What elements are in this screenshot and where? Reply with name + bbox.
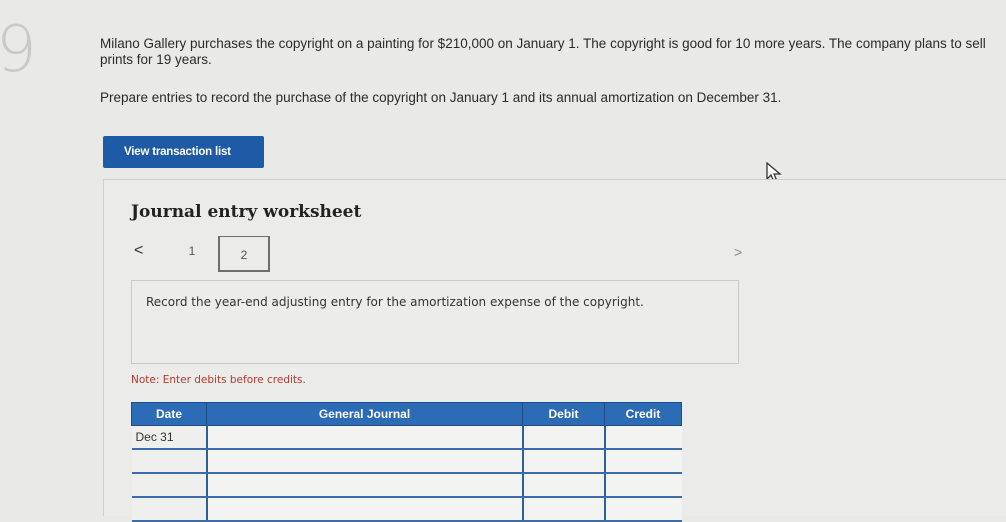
debit-input[interactable] [521, 473, 605, 498]
view-transaction-list-button[interactable]: View transaction list [103, 136, 264, 168]
credit-input[interactable] [603, 497, 682, 522]
header-credit: Credit [604, 402, 682, 426]
credit-input[interactable] [603, 473, 682, 498]
table-row [131, 473, 682, 498]
prev-page-button[interactable]: < [134, 242, 150, 260]
page-tab-2-active[interactable]: 2 [218, 236, 270, 272]
debit-input[interactable] [521, 497, 605, 522]
credit-input[interactable] [603, 449, 682, 474]
question-prompt: Prepare entries to record the purchase o… [100, 90, 782, 105]
question-intro: Milano Gallery purchases the copyright o… [100, 36, 986, 67]
account-input[interactable] [205, 425, 523, 450]
journal-table: Date General Journal Debit Credit Dec 31 [131, 402, 682, 522]
debit-input[interactable] [521, 425, 605, 450]
account-input[interactable] [205, 449, 523, 474]
account-input[interactable] [205, 497, 523, 522]
note-text: Note: Enter debits before credits. [131, 374, 306, 386]
question-number: 9 [0, 13, 37, 87]
date-cell: Dec 31 [131, 425, 207, 450]
date-cell [131, 473, 207, 498]
date-cell [131, 449, 207, 474]
table-row [131, 449, 682, 474]
header-general-journal: General Journal [206, 402, 523, 426]
instruction-text: Record the year-end adjusting entry for … [146, 295, 644, 309]
account-input[interactable] [205, 473, 523, 498]
instruction-box [131, 280, 739, 364]
header-date: Date [131, 402, 207, 426]
credit-input[interactable] [603, 425, 682, 450]
page-tab-1[interactable]: 1 [170, 240, 214, 262]
header-debit: Debit [522, 402, 605, 426]
table-row [131, 497, 682, 522]
debit-input[interactable] [521, 449, 605, 474]
date-cell [131, 497, 207, 522]
table-row: Dec 31 [131, 425, 682, 450]
next-page-button[interactable]: > [734, 244, 742, 260]
worksheet-title: Journal entry worksheet [131, 202, 362, 222]
